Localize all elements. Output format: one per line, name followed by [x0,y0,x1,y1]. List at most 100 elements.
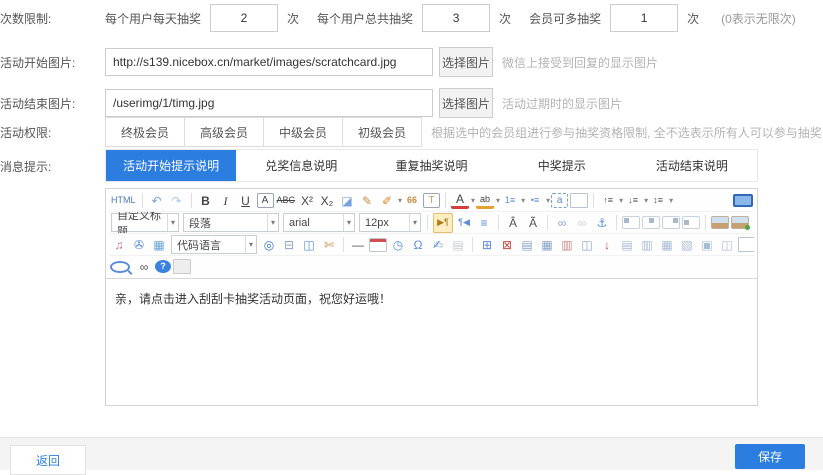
preview-page-icon[interactable]: ▤ [449,236,467,254]
editor-content[interactable]: 亲，请点击进入刮刮卡抽奖活动页面，祝您好运哦！ [106,279,757,411]
insert-col-icon[interactable]: ◫ [578,236,596,254]
eraser-icon[interactable]: ◪ [338,192,356,210]
unlink-icon[interactable]: ∞ [573,214,591,232]
message-tab-0[interactable]: 活动开始提示说明 [106,150,236,181]
fullscreen-icon[interactable] [733,194,753,207]
ordered-list-icon[interactable]: 1≡ [501,192,519,210]
blockquote-icon[interactable]: 66 [403,192,421,210]
superscript-icon[interactable]: X² [298,192,316,210]
paint-icon[interactable]: ✐ [378,192,396,210]
insert-image-icon[interactable] [731,216,749,229]
indent-paragraph-icon[interactable]: ≡ [475,214,493,232]
paste-disabled-icon[interactable] [173,259,191,274]
table-header-icon[interactable]: ▦ [538,236,556,254]
member-group-button-1[interactable]: 高级会员 [184,117,264,147]
preview-icon[interactable] [110,261,130,273]
table-title-icon[interactable]: ▤ [518,236,536,254]
split-cols-icon[interactable]: ◫ [718,236,736,254]
paste-word-icon[interactable]: T [423,193,440,208]
uppercase-icon[interactable]: Â [504,214,522,232]
font-family-select[interactable]: arial▾ [283,213,355,232]
limit-input-0[interactable] [210,4,278,32]
emotion-icon[interactable]: ☺ [751,214,754,232]
save-button[interactable]: 保存 [735,444,805,469]
split-cell-icon[interactable]: ↓ [598,236,616,254]
undo-icon[interactable]: ↶ [148,192,166,210]
font-border-icon[interactable]: A [257,193,274,208]
code-language-select[interactable]: 代码语言▾ [171,235,257,254]
insert-table-icon[interactable]: ⊞ [478,236,496,254]
template-icon[interactable]: ◫ [300,236,318,254]
map-icon[interactable]: ▦ [150,236,168,254]
paragraph-select[interactable]: 段落▾ [183,213,279,232]
date-icon[interactable] [369,238,387,252]
special-chars-icon[interactable]: Ω [409,236,427,254]
message-tab-4[interactable]: 活动结束说明 [627,150,757,181]
end-image-input[interactable] [105,89,433,117]
bullet-list-icon[interactable]: •≡ [526,192,544,210]
insert-row-below-icon[interactable]: ▥ [638,236,656,254]
anchor-icon[interactable]: ⚓ [593,214,611,232]
underline-icon[interactable]: U [237,192,255,210]
image-left-icon[interactable] [622,216,640,229]
search-replace-icon[interactable]: ∞ [135,258,153,276]
insert-col-right-icon[interactable]: ▧ [678,236,696,254]
bold-icon[interactable]: B [197,192,215,210]
subscript-icon[interactable]: X₂ [318,192,336,210]
source-code-icon[interactable]: HTML [110,192,137,210]
link-icon[interactable]: ∞ [553,214,571,232]
font-color-icon[interactable]: A [451,192,469,209]
image-right-icon[interactable] [662,216,680,229]
pagebreak-icon[interactable]: ⊟ [280,236,298,254]
end-image-row: 活动结束图片: 选择图片 活动过期时的显示图片 [0,88,823,118]
message-tab-3[interactable]: 中奖提示 [497,150,627,181]
insert-row-icon[interactable]: ▥ [558,236,576,254]
custom-title-select[interactable]: 自定义标题▾ [111,213,179,232]
rich-text-editor: HTML↶↷BIUAABCX²X₂◪✎✐▾66TA▾ab▾1≡▾•≡▾a↑≡▾↓… [105,188,758,406]
end-image-pick-button[interactable]: 选择图片 [439,88,493,118]
image-center-icon[interactable] [642,216,660,229]
horizontal-rule-icon[interactable]: — [349,236,367,254]
blank-doc-icon[interactable] [570,193,588,208]
lowercase-icon[interactable]: Ã [524,214,542,232]
strikethrough-icon[interactable]: ABC [276,192,297,210]
rtl-icon[interactable]: ¶◀ [455,214,473,232]
message-tab-1[interactable]: 兑奖信息说明 [236,150,366,181]
limit-input-1[interactable] [422,4,490,32]
highlight-color-icon[interactable]: ab [476,192,494,209]
member-group-button-3[interactable]: 初级会员 [342,117,422,147]
redo-icon[interactable]: ↷ [168,192,186,210]
table-doc-icon[interactable] [738,237,754,252]
image-inline-icon[interactable] [682,216,700,229]
music-icon[interactable]: ♫ [110,236,128,254]
insert-code-icon[interactable]: ◎ [260,236,278,254]
picture-icon[interactable] [711,216,729,229]
limit-prefix-2: 会员可多抽奖 [529,10,601,27]
message-label: 消息提示: [0,158,105,175]
format-brush-icon[interactable]: ✎ [358,192,376,210]
line-height-icon[interactable]: ↓≡ [624,192,642,210]
snapshot-icon[interactable]: ✄ [320,236,338,254]
member-group-button-0[interactable]: 终极会员 [105,117,185,147]
ltr-icon[interactable]: ▶¶ [433,213,453,233]
insert-col-left-icon[interactable]: ▦ [658,236,676,254]
chevron-down-icon: ▾ [267,214,278,231]
italic-icon[interactable]: I [217,192,235,210]
time-icon[interactable]: ◷ [389,236,407,254]
limit-input-2[interactable] [610,4,678,32]
attachment-icon[interactable]: ✇ [130,236,148,254]
start-image-input[interactable] [105,48,433,76]
paragraph-spacing-icon[interactable]: ↕≡ [649,192,667,210]
start-image-pick-button[interactable]: 选择图片 [439,47,493,77]
delete-table-icon[interactable]: ⊠ [498,236,516,254]
message-tab-2[interactable]: 重复抽奖说明 [366,150,496,181]
merge-cells-icon[interactable]: ▣ [698,236,716,254]
font-size-select[interactable]: 12px▾ [359,213,421,232]
anchor-ref-icon[interactable]: a [551,193,568,208]
indent-icon[interactable]: ↑≡ [599,192,617,210]
back-button[interactable]: 返回 [10,445,86,475]
member-group-button-2[interactable]: 中级会员 [263,117,343,147]
comment-icon[interactable]: ✍ [429,236,447,254]
help-icon[interactable]: ? [155,260,171,273]
insert-row-above-icon[interactable]: ▤ [618,236,636,254]
